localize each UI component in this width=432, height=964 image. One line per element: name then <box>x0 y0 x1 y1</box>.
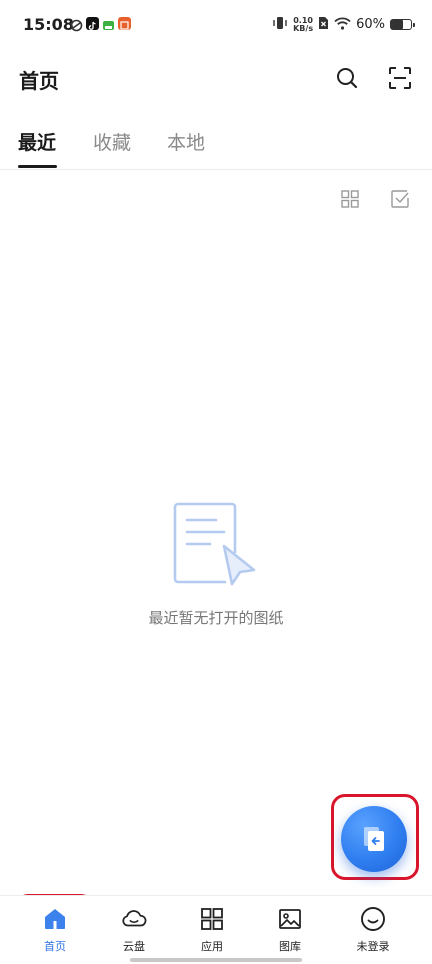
nav-home-label: 首页 <box>44 940 66 953</box>
bottom-nav: 首页 云盘 应用 图库 未登录 <box>0 895 432 964</box>
grid-view-icon <box>341 190 359 208</box>
app-header: 首页 <box>0 52 432 104</box>
tab-recent[interactable]: 最近 <box>18 128 56 155</box>
notification-icons <box>70 17 131 32</box>
tab-favorites[interactable]: 收藏 <box>93 128 131 155</box>
home-icon <box>42 906 68 932</box>
search-button[interactable] <box>333 64 361 92</box>
search-icon <box>337 68 358 89</box>
app-icon <box>102 17 115 30</box>
wifi-icon <box>334 15 351 34</box>
scan-icon <box>389 67 411 89</box>
nav-home[interactable]: 首页 <box>20 906 90 954</box>
app-screen: 15:08 0.10 KB/s 60% 首页 最近 收藏 本地 最近暂无打开的图… <box>0 0 432 964</box>
grid-view-button[interactable] <box>339 188 361 210</box>
network-speed: 0.10 KB/s <box>293 15 314 33</box>
nav-gallery[interactable]: 图库 <box>255 906 325 954</box>
page-title: 首页 <box>19 69 59 93</box>
tab-bar: 最近 收藏 本地 <box>0 118 432 170</box>
nav-profile-label: 未登录 <box>356 940 390 953</box>
select-button[interactable] <box>389 188 411 210</box>
view-tools <box>339 188 411 210</box>
nav-apps-label: 应用 <box>201 940 223 953</box>
status-bar: 15:08 0.10 KB/s 60% <box>0 0 432 52</box>
nav-gallery-label: 图库 <box>279 940 301 953</box>
open-file-fab[interactable] <box>341 806 407 872</box>
nav-apps[interactable]: 应用 <box>177 906 247 954</box>
status-time: 15:08 <box>23 15 74 34</box>
battery-percent: 60% <box>356 17 385 32</box>
empty-drawing-icon <box>173 502 256 586</box>
apps-grid-icon <box>199 906 225 932</box>
vibrate-icon <box>272 15 288 34</box>
nav-cloud-label: 云盘 <box>123 940 145 953</box>
smile-icon <box>360 906 386 932</box>
system-icons: 0.10 KB/s 60% <box>272 15 415 34</box>
tiktok-icon <box>86 17 99 30</box>
open-file-icon <box>364 827 384 851</box>
empty-state-message: 最近暂无打开的图纸 <box>148 609 284 627</box>
no-sim-icon <box>318 15 329 34</box>
scan-button[interactable] <box>386 64 414 92</box>
cloud-icon <box>121 906 147 932</box>
battery-level <box>391 20 403 29</box>
tab-local[interactable]: 本地 <box>167 128 205 155</box>
gesture-bar <box>130 958 302 962</box>
battery-icon <box>390 19 415 30</box>
tab-active-indicator <box>18 165 57 168</box>
news-icon <box>118 17 131 30</box>
sync-icon <box>70 17 83 32</box>
gallery-icon <box>277 906 303 932</box>
nav-profile[interactable]: 未登录 <box>338 906 408 954</box>
checkbox-icon <box>391 190 409 208</box>
nav-cloud[interactable]: 云盘 <box>99 906 169 954</box>
